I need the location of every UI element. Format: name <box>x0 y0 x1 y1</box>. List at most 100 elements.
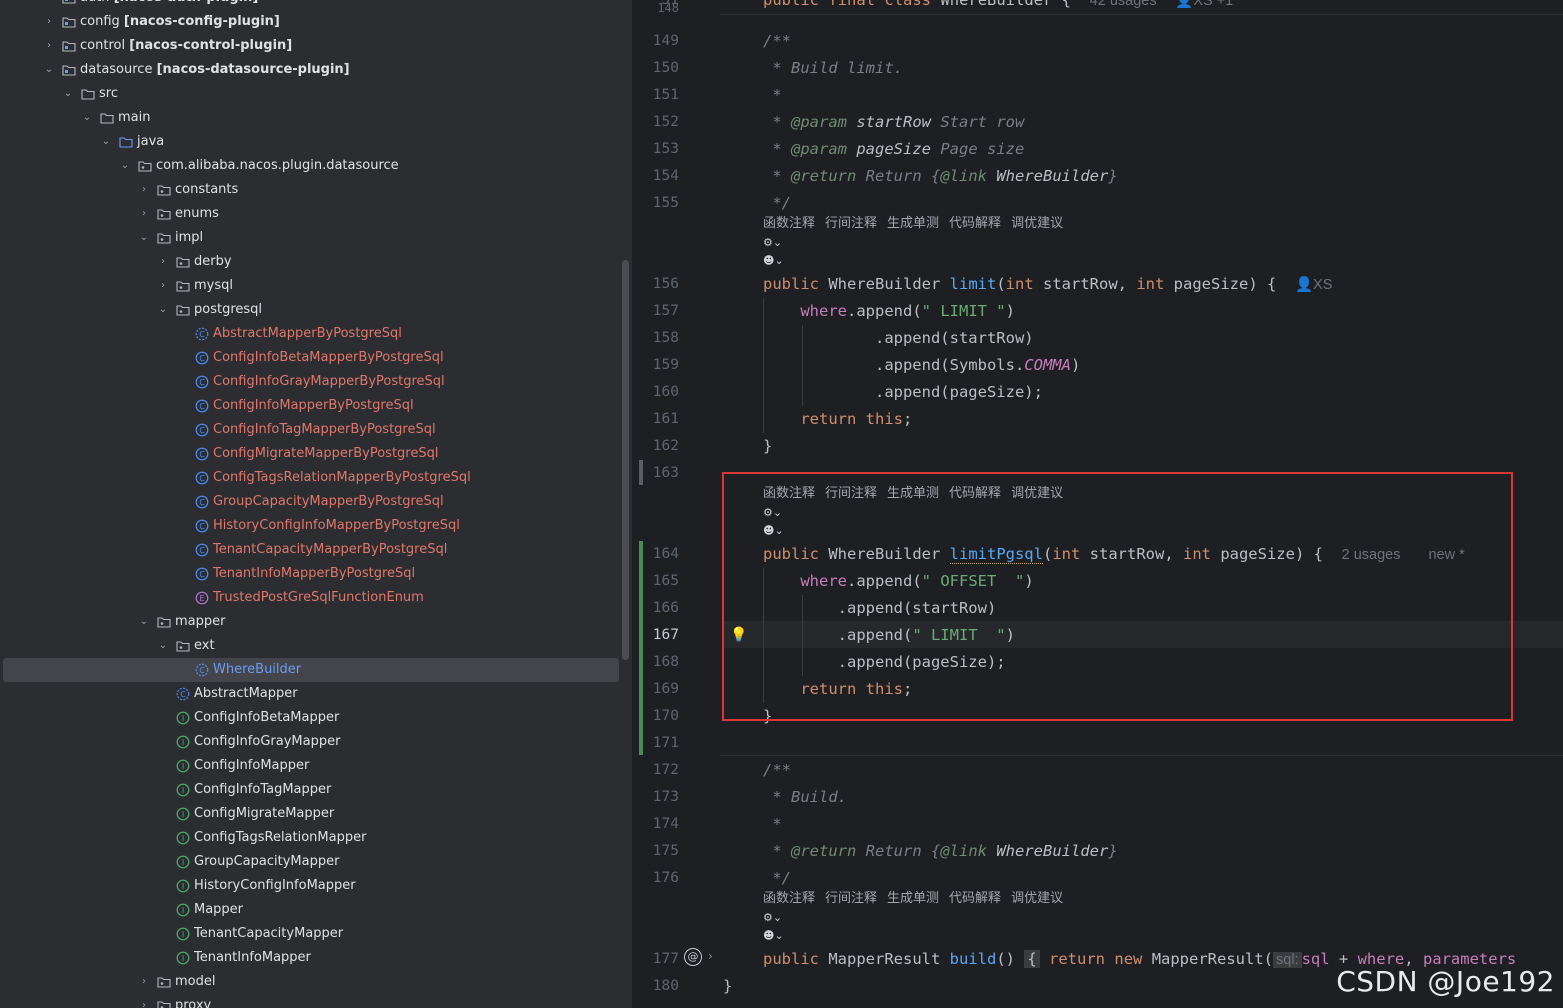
chevron-right-icon[interactable]: › <box>43 10 55 34</box>
tree-item-configinfomapperbypostgresql[interactable]: C ConfigInfoMapperByPostgreSql <box>0 394 632 418</box>
override-at-icon[interactable]: @ <box>684 948 702 966</box>
tree-item-src[interactable]: ⌄ src <box>0 82 632 106</box>
tree-item-name: com.alibaba.nacos.plugin.datasource <box>156 158 399 173</box>
tree-item-tenantinfomapper[interactable]: I TenantInfoMapper <box>0 946 632 970</box>
tree-item-postgresql[interactable]: ⌄ postgresql <box>0 298 632 322</box>
chevron-down-icon[interactable]: ⌄ <box>81 106 93 130</box>
chevron-right-icon[interactable]: › <box>157 250 169 274</box>
interface-icon: I <box>176 831 190 845</box>
chevron-right-icon[interactable]: › <box>138 970 150 994</box>
tree-item-wherebuilder[interactable]: C WhereBuilder <box>0 658 632 682</box>
tree-item-com-alibaba-nacos-plugin-datasource[interactable]: ⌄ com.alibaba.nacos.plugin.datasource <box>0 154 632 178</box>
tree-item-configinfobetamapperbypostgresql[interactable]: C ConfigInfoBetaMapperByPostgreSql <box>0 346 632 370</box>
chevron-right-icon[interactable]: › <box>43 0 55 10</box>
ai-action-0[interactable]: 函数注释 <box>763 891 815 906</box>
tree-item-historyconfiginfomapperbypostgresql[interactable]: C HistoryConfigInfoMapperByPostgreSql <box>0 514 632 538</box>
gutter-line: 151 <box>652 87 679 103</box>
tree-item-control[interactable]: › control [nacos-control-plugin] <box>0 34 632 58</box>
tree-item-mysql[interactable]: › mysql <box>0 274 632 298</box>
code-editor[interactable]: 31 public final class WhereBuilder { 42 … <box>632 0 1563 1008</box>
tree-item-ext[interactable]: ⌄ ext <box>0 634 632 658</box>
tree-item-label: control [nacos-control-plugin] <box>80 34 292 58</box>
tree-item-tenantinfomapperbypostgresql[interactable]: C TenantInfoMapperByPostgreSql <box>0 562 632 586</box>
ai-assistant-icon[interactable]: ☻⌄ <box>763 252 803 270</box>
tree-item-config[interactable]: › config [nacos-config-plugin] <box>0 10 632 34</box>
chevron-down-icon[interactable]: ⌄ <box>100 130 112 154</box>
tree-item-label: HistoryConfigInfoMapper <box>194 874 356 898</box>
chevron-down-icon[interactable]: ⌄ <box>138 610 150 634</box>
tree-item-mapper[interactable]: I Mapper <box>0 898 632 922</box>
tree-item-label: ConfigInfoTagMapperByPostgreSql <box>213 418 436 442</box>
code-line: } <box>763 437 773 455</box>
ai-action-2[interactable]: 生成单测 <box>887 216 939 231</box>
ai-action-bar[interactable]: 函数注释 行间注释 生成单测 代码解释 调优建议 <box>763 215 1073 233</box>
tree-item-configmigratemapperbypostgresql[interactable]: C ConfigMigrateMapperByPostgreSql <box>0 442 632 466</box>
chevron-right-icon[interactable]: › <box>138 202 150 226</box>
tree-item-configtagsrelationmapperbypostgresql[interactable]: C ConfigTagsRelationMapperByPostgreSql <box>0 466 632 490</box>
author-icon: 👤 <box>1294 277 1314 293</box>
tree-item-configinfotagmapper[interactable]: I ConfigInfoTagMapper <box>0 778 632 802</box>
tree-item-datasource[interactable]: ⌄ datasource [nacos-datasource-plugin] <box>0 58 632 82</box>
final-class-icon: C <box>195 663 209 677</box>
tree-item-configinfograymapperbypostgresql[interactable]: C ConfigInfoGrayMapperByPostgreSql <box>0 370 632 394</box>
tree-item-model[interactable]: › model <box>0 970 632 994</box>
tree-item-groupcapacitymapper[interactable]: I GroupCapacityMapper <box>0 850 632 874</box>
code-line: .append(startRow) <box>763 329 1034 347</box>
chevron-down-icon[interactable]: ⌄ <box>157 298 169 322</box>
ai-plugin-icon[interactable]: ⚙⌄ <box>763 234 803 252</box>
tree-item-configinfobetamapper[interactable]: I ConfigInfoBetaMapper <box>0 706 632 730</box>
tree-item-groupcapacitymapperbypostgresql[interactable]: C GroupCapacityMapperByPostgreSql <box>0 490 632 514</box>
gutter-line: 161 <box>652 411 679 427</box>
chevron-right-icon[interactable]: › <box>157 274 169 298</box>
interface-icon: I <box>176 759 190 773</box>
ai-action-4[interactable]: 调优建议 <box>1011 216 1063 231</box>
tree-item-enums[interactable]: › enums <box>0 202 632 226</box>
chevron-down-icon[interactable]: ⌄ <box>119 154 131 178</box>
tree-item-constants[interactable]: › constants <box>0 178 632 202</box>
fold-arrow-icon[interactable]: › <box>708 949 713 963</box>
tree-item-tenantcapacitymapperbypostgresql[interactable]: C TenantCapacityMapperByPostgreSql <box>0 538 632 562</box>
tree-item-mapper[interactable]: ⌄ mapper <box>0 610 632 634</box>
chevron-right-icon[interactable]: › <box>138 994 150 1008</box>
chevron-down-icon[interactable]: ⌄ <box>43 58 55 82</box>
tree-item-configmigratemapper[interactable]: I ConfigMigrateMapper <box>0 802 632 826</box>
selection-highlight <box>3 658 619 682</box>
tree-item-label: ConfigInfoBetaMapperByPostgreSql <box>213 346 444 370</box>
tree-item-auth[interactable]: › auth [nacos-auth-plugin] <box>0 0 632 10</box>
tree-item-derby[interactable]: › derby <box>0 250 632 274</box>
ai-action-3[interactable]: 代码解释 <box>949 216 1001 231</box>
tree-item-main[interactable]: ⌄ main <box>0 106 632 130</box>
ai-action-1[interactable]: 行间注释 <box>825 891 877 906</box>
tree-item-configtagsrelationmapper[interactable]: I ConfigTagsRelationMapper <box>0 826 632 850</box>
tree-item-trustedpostgresqlfunctionenum[interactable]: E TrustedPostGreSqlFunctionEnum <box>0 586 632 610</box>
tree-item-tenantcapacitymapper[interactable]: I TenantCapacityMapper <box>0 922 632 946</box>
chevron-right-icon[interactable]: › <box>138 178 150 202</box>
chevron-down-icon[interactable]: ⌄ <box>138 226 150 250</box>
svg-text:C: C <box>199 402 205 411</box>
tree-item-impl[interactable]: ⌄ impl <box>0 226 632 250</box>
chevron-down-icon[interactable]: ⌄ <box>157 634 169 658</box>
tree-item-abstractmapperbypostgresql[interactable]: C AbstractMapperByPostgreSql <box>0 322 632 346</box>
vcs-added-bar <box>639 541 643 755</box>
tree-scrollbar[interactable] <box>622 260 629 660</box>
tree-item-name: java <box>137 134 165 149</box>
ai-action-bar[interactable]: 函数注释 行间注释 生成单测 代码解释 调优建议 <box>763 890 1073 908</box>
tree-item-proxy[interactable]: › proxy <box>0 994 632 1008</box>
tree-item-configinfograymapper[interactable]: I ConfigInfoGrayMapper <box>0 730 632 754</box>
ai-action-1[interactable]: 行间注释 <box>825 216 877 231</box>
ai-action-4[interactable]: 调优建议 <box>1011 891 1063 906</box>
chevron-right-icon[interactable]: › <box>43 34 55 58</box>
chevron-down-icon[interactable]: ⌄ <box>62 82 74 106</box>
tree-item-configinfotagmapperbypostgresql[interactable]: C ConfigInfoTagMapperByPostgreSql <box>0 418 632 442</box>
ai-assistant-icon[interactable]: ☻⌄ <box>763 927 803 945</box>
ai-plugin-icon[interactable]: ⚙⌄ <box>763 909 803 927</box>
tree-item-abstractmapper[interactable]: C AbstractMapper <box>0 682 632 706</box>
ai-action-2[interactable]: 生成单测 <box>887 891 939 906</box>
tree-item-configinfomapper[interactable]: I ConfigInfoMapper <box>0 754 632 778</box>
tree-item-java[interactable]: ⌄ java <box>0 130 632 154</box>
ai-action-3[interactable]: 代码解释 <box>949 891 1001 906</box>
gutter-line: 156 <box>652 276 679 292</box>
ai-action-0[interactable]: 函数注释 <box>763 216 815 231</box>
tree-item-historyconfiginfomapper[interactable]: I HistoryConfigInfoMapper <box>0 874 632 898</box>
code-line: } <box>723 977 733 995</box>
